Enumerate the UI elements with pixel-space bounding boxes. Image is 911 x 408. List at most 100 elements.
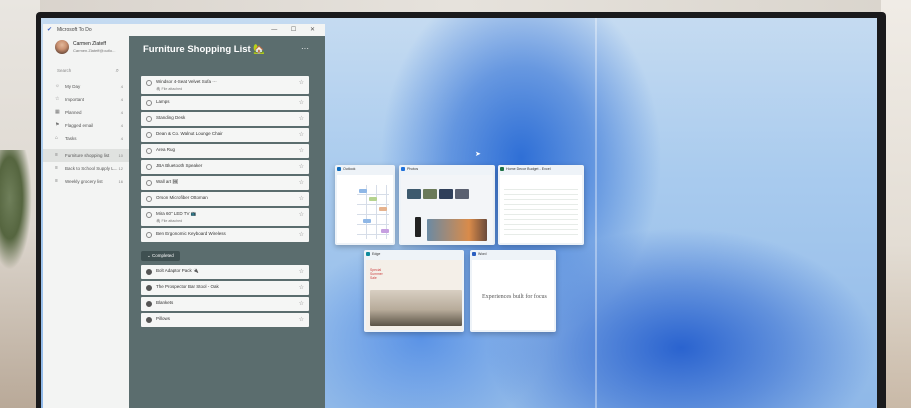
star-icon[interactable]: ☆ [299,195,304,202]
sidebar-item-count: 12 [118,166,123,171]
checkbox-checked[interactable] [146,269,152,275]
task-item[interactable]: Wall art 🖼 ☆ [141,176,309,190]
web-preview: Special Summer Sale [366,260,462,330]
task-item[interactable]: Lamps ☆ [141,96,309,110]
photo [423,189,437,199]
star-icon[interactable]: ☆ [299,316,304,323]
checkbox-checked[interactable] [146,285,152,291]
photos-thumbnail[interactable]: Photos [399,165,495,245]
sidebar-item-planned[interactable]: ▦ Planned 4 [43,106,129,119]
calendar-event [359,189,367,193]
profile[interactable]: Carmen Zlateff Carmen.Zlateff@outlo... [43,36,129,62]
star-icon[interactable]: ☆ [299,99,304,106]
completed-task[interactable]: Blankets ☆ [141,297,309,311]
calendar-event [363,219,371,223]
outlook-icon [337,167,341,171]
checkbox[interactable] [146,148,152,154]
completed-task[interactable]: Pillows ☆ [141,313,309,327]
task-item[interactable]: Mira 60" LED TV 📺 🖇 File attached ☆ [141,208,309,226]
star-icon[interactable]: ☆ [299,115,304,122]
checkbox[interactable] [146,196,152,202]
sidebar-item-grocery-list[interactable]: ≡ Weekly grocery list 16 [43,175,129,188]
excel-icon [500,167,504,171]
completed-toggle[interactable]: ⌄ Completed [141,251,180,261]
list-pane: Furniture Shopping List 🏡 ··· Windsor 4-… [129,36,325,408]
sidebar-item-furniture-list[interactable]: ≡ Furniture shopping list 10 [43,149,129,162]
calendar-icon: ▦ [55,109,60,115]
checkbox[interactable] [146,164,152,170]
star-icon[interactable]: ☆ [299,79,304,86]
sidebar-item-flagged-email[interactable]: ⚑ Flagged email 4 [43,119,129,132]
sidebar-item-count: 4 [120,136,123,141]
screen: ✔ Microsoft To Do — ☐ ✕ Carmen Zlateff C… [41,18,877,408]
task-item[interactable]: Standing Desk ☆ [141,112,309,126]
search-placeholder: Search [57,68,72,73]
checkbox[interactable] [146,80,152,86]
checkbox[interactable] [146,100,152,106]
task-item[interactable]: Orson Microfiber Ottoman ☆ [141,192,309,206]
sidebar-item-label: Important [65,97,85,102]
checkbox[interactable] [146,232,152,238]
star-icon[interactable]: ☆ [299,231,304,238]
task-text: Lamps [156,99,170,104]
completed-label: Completed [152,253,174,258]
task-attachment: 🖇 File attached [156,87,183,91]
sidebar-item-my-day[interactable]: ☼ My Day 4 [43,80,129,93]
sidebar-item-tasks[interactable]: ⌂ Tasks 4 [43,132,129,145]
window-controls[interactable]: — ☐ ✕ [271,24,321,36]
star-icon[interactable]: ☆ [299,284,304,291]
task-text: JBA Bluetooth Speaker [156,163,203,168]
star-icon[interactable]: ☆ [299,179,304,186]
photo [415,217,421,237]
list-icon: ≡ [55,152,58,158]
sidebar-item-count: 10 [118,153,123,158]
sidebar-item-count: 4 [120,97,123,102]
task-item[interactable]: Dean & Co. Walnut Lounge Chair ☆ [141,128,309,142]
document-heading: Experiences built for focus [482,294,547,300]
window-title: Microsoft To Do [57,27,92,33]
checkbox-checked[interactable] [146,301,152,307]
sidebar-item-count: 4 [120,110,123,115]
star-icon[interactable]: ☆ [299,211,304,218]
search-input[interactable]: Search ⌕ [51,66,123,76]
task-item[interactable]: JBA Bluetooth Speaker ☆ [141,160,309,174]
checkbox[interactable] [146,212,152,218]
more-options-button[interactable]: ··· [301,44,309,53]
sidebar-item-label: Tasks [65,136,77,141]
profile-email: Carmen.Zlateff@outlo... [73,48,116,53]
star-icon[interactable]: ☆ [299,300,304,307]
sidebar-item-school-list[interactable]: ≡ Back to School Supply L... 12 [43,162,129,175]
excel-thumbnail[interactable]: Home Decor Budget - Excel [498,165,584,245]
spreadsheet-grid [504,185,578,239]
task-item[interactable]: Ben Ergonomic Keyboard Wireless ☆ [141,228,309,242]
completed-task[interactable]: The Prospector Bar Stool - Oak ☆ [141,281,309,295]
check-icon: ✔ [47,27,53,33]
home-icon: ⌂ [55,135,59,141]
spreadsheet-preview [500,175,582,243]
task-text: Blankets [156,300,174,305]
photos-preview [401,175,493,243]
task-text: Orson Microfiber Ottoman [156,195,208,200]
task-item[interactable]: Area Rug ☆ [141,144,309,158]
edge-thumbnail[interactable]: Edge Special Summer Sale [364,250,464,332]
sidebar-item-important[interactable]: ☆ Important 4 [43,93,129,106]
task-text: Windsor 4-Seat Velvet Sofa ⋯ [156,79,217,84]
word-icon [472,252,476,256]
checkbox[interactable] [146,180,152,186]
star-icon[interactable]: ☆ [299,268,304,275]
outlook-thumbnail[interactable]: Outlook [335,165,395,245]
checkbox-checked[interactable] [146,317,152,323]
sidebar-item-count: 16 [118,179,123,184]
checkbox[interactable] [146,132,152,138]
task-item[interactable]: Windsor 4-Seat Velvet Sofa ⋯ 🖇 File attac… [141,76,309,94]
star-icon[interactable]: ☆ [299,163,304,170]
photos-icon [401,167,405,171]
completed-list: Bolt Adaptor Pack 🔌 ☆ The Prospector Bar … [141,265,309,327]
sun-icon: ☼ [55,83,60,89]
star-icon[interactable]: ☆ [299,147,304,154]
avatar [55,40,69,54]
checkbox[interactable] [146,116,152,122]
completed-task[interactable]: Bolt Adaptor Pack 🔌 ☆ [141,265,309,279]
word-thumbnail[interactable]: Word Experiences built for focus [470,250,556,332]
star-icon[interactable]: ☆ [299,131,304,138]
